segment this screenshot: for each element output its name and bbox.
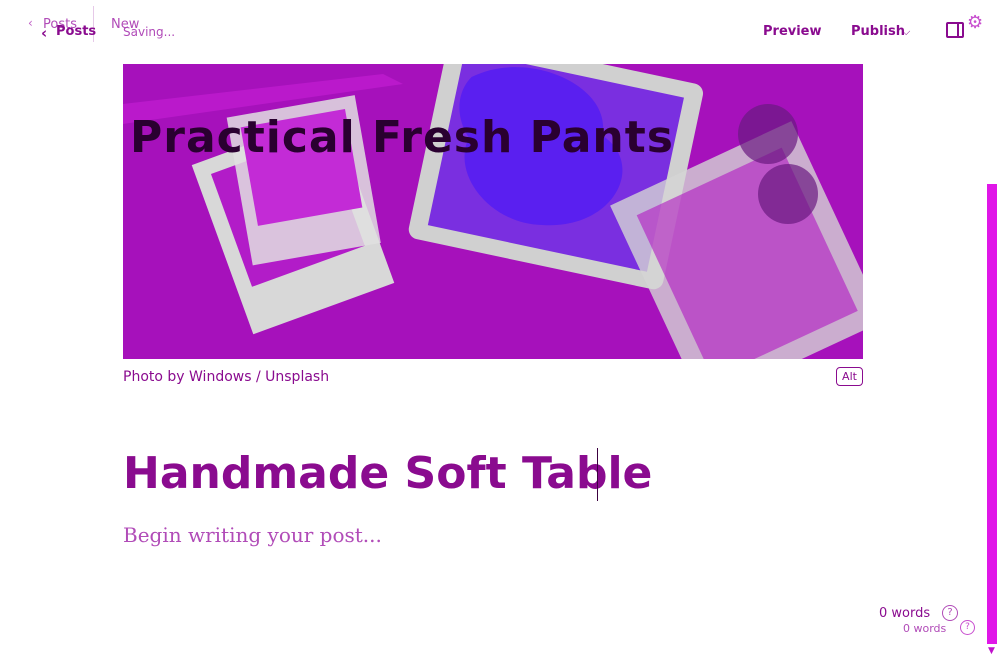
scroll-down-arrow-icon[interactable]: ▼ [988,646,995,656]
chevron-down-icon[interactable]: ⌵ [902,25,910,39]
ghost-back-icon: ‹ [28,16,33,30]
feature-image-art [123,64,863,359]
word-count-secondary: 0 words [903,622,947,635]
posts-back-link[interactable]: Posts [56,24,96,39]
scrollbar-thumb[interactable] [987,184,997,644]
feature-overlay-title: Practical Fresh Pants [130,112,674,163]
save-status: Saving... [123,25,176,39]
post-title-input[interactable]: Handmade Soft Table [123,448,652,499]
caption-source-link[interactable]: Unsplash [265,369,329,385]
help-icon-secondary[interactable]: ? [960,620,975,635]
alt-text-button[interactable]: Alt [836,367,863,386]
sidebar-toggle-icon[interactable] [946,22,964,38]
caption-prefix: Photo by [123,369,190,385]
back-chevron-icon[interactable]: ‹ [41,24,47,42]
caption-separator: / [251,369,266,385]
text-caret [597,448,598,501]
image-caption[interactable]: Photo by Windows / Unsplash [123,369,329,385]
publish-button[interactable]: Publish [851,24,905,39]
word-count: 0 words [879,606,931,621]
feature-image[interactable] [123,64,863,359]
caption-author-link[interactable]: Windows [189,369,252,385]
gear-icon[interactable]: ⚙ [967,12,983,33]
post-body-editor[interactable]: Begin writing your post... [123,523,382,547]
help-icon[interactable]: ? [942,605,958,621]
preview-button[interactable]: Preview [763,24,822,39]
